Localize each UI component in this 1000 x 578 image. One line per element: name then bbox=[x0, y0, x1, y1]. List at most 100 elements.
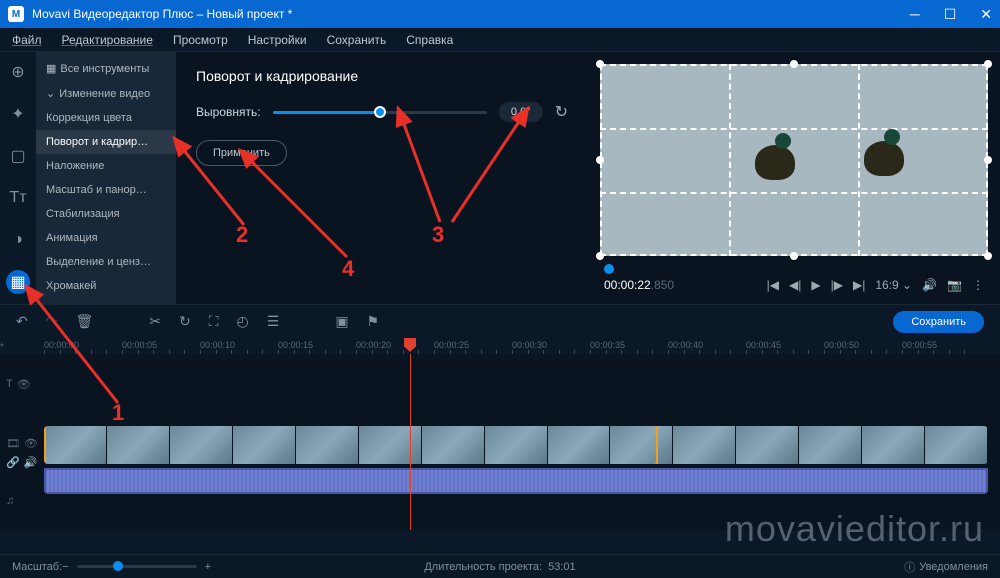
skip-end-icon[interactable]: ▶| bbox=[853, 278, 865, 292]
prev-frame-icon[interactable]: ◀| bbox=[789, 278, 801, 292]
transition-icon[interactable]: ▣ bbox=[335, 313, 348, 330]
preview-time: 00:00:22.850 bbox=[604, 278, 674, 292]
zoom-slider[interactable] bbox=[77, 565, 197, 568]
crop-icon[interactable]: ⛶ bbox=[209, 313, 219, 330]
tool-overlay[interactable]: Наложение bbox=[36, 154, 176, 178]
delete-icon[interactable]: 🗑 bbox=[75, 313, 93, 330]
add-icon[interactable]: ⊕ bbox=[6, 60, 30, 84]
window-title: Movavi Видеоредактор Плюс – Новый проект… bbox=[32, 7, 292, 21]
video-track-icon[interactable]: 🎞 bbox=[6, 437, 20, 450]
ruler-label: 00:00:05 bbox=[122, 340, 157, 350]
zoom-in-button[interactable]: + bbox=[205, 561, 211, 573]
align-label: Выровнять: bbox=[196, 105, 261, 119]
next-frame-icon[interactable]: |▶ bbox=[831, 278, 843, 292]
status-bar: Масштаб: − + Длительность проекта: 53:01… bbox=[0, 554, 1000, 578]
add-track-icon[interactable]: ≡+ bbox=[0, 340, 5, 350]
ruler-label: 00:00:15 bbox=[278, 340, 313, 350]
menu-view[interactable]: Просмотр bbox=[173, 33, 228, 47]
close-button[interactable]: ✕ bbox=[980, 6, 992, 23]
ruler-label: 00:00:50 bbox=[824, 340, 859, 350]
marker-icon[interactable]: ⚑ bbox=[367, 313, 380, 330]
video-preview[interactable] bbox=[600, 64, 988, 256]
volume-icon[interactable]: 🔊 bbox=[922, 278, 937, 292]
eye-icon[interactable]: 👁 bbox=[17, 378, 31, 391]
sidebar-tools: ⊕ ✦ ▢ Tᴛ ◑ ▦ bbox=[0, 52, 36, 304]
slider-thumb[interactable] bbox=[374, 106, 386, 118]
clock-icon[interactable]: ◴ bbox=[237, 313, 249, 330]
grid-small-icon: ▦ bbox=[46, 62, 56, 75]
more-icon[interactable]: ⋮ bbox=[972, 278, 984, 292]
text-icon[interactable]: Tᴛ bbox=[6, 186, 30, 210]
eye-icon[interactable]: 👁 bbox=[24, 437, 38, 450]
zoom-label: Масштаб: bbox=[12, 561, 62, 573]
text-track-icon[interactable]: T bbox=[6, 378, 13, 391]
ruler-label: 00:00:35 bbox=[590, 340, 625, 350]
all-tools-item[interactable]: ▦Все инструменты bbox=[36, 56, 176, 81]
project-duration: Длительность проекта: 53:01 bbox=[424, 561, 575, 573]
properties-panel: Поворот и кадрирование Выровнять: 0,0° ↻… bbox=[176, 52, 588, 304]
timeline-toolbar: ↶ ↷ 🗑 ✂ ↻ ⛶ ◴ ☰ ▣ ⚑ Сохранить bbox=[0, 304, 1000, 338]
tool-pan-zoom[interactable]: Масштаб и панор… bbox=[36, 178, 176, 202]
watermark: movavieditor.ru bbox=[725, 508, 984, 550]
ruler-label: 00:00:30 bbox=[512, 340, 547, 350]
ruler-label: 00:00:00 bbox=[44, 340, 79, 350]
grid-icon[interactable]: ▦ bbox=[6, 270, 30, 294]
snapshot-icon[interactable]: 📷 bbox=[947, 278, 962, 292]
preview-pane: 00:00:22.850 |◀ ◀| ▶ |▶ ▶| 16:9 ⌄ 🔊 📷 ⋮ bbox=[588, 52, 1000, 304]
menubar: Файл Редактирование Просмотр Настройки С… bbox=[0, 28, 1000, 52]
panel-title: Поворот и кадрирование bbox=[196, 68, 568, 84]
tool-chromakey[interactable]: Хромакей bbox=[36, 274, 176, 298]
menu-file[interactable]: Файл bbox=[12, 33, 42, 47]
tool-highlight-censor[interactable]: Выделение и ценз… bbox=[36, 250, 176, 274]
menu-settings[interactable]: Настройки bbox=[248, 33, 307, 47]
timeline-tracks: T 👁 🎞 👁 🔗 🔊 ♫ bbox=[0, 354, 1000, 530]
menu-help[interactable]: Справка bbox=[406, 33, 453, 47]
timeline-ruler[interactable]: ≡+ 00:00:00 00:00:05 00:00:10 00:00:15 00:00… bbox=[0, 338, 1000, 354]
ruler-label: 00:00:40 bbox=[668, 340, 703, 350]
maximize-button[interactable]: ☐ bbox=[944, 6, 957, 23]
rotate-icon[interactable]: ↻ bbox=[179, 313, 191, 330]
music-track-icon[interactable]: ♫ bbox=[6, 495, 14, 507]
moon-icon[interactable]: ◑ bbox=[6, 228, 30, 252]
angle-slider[interactable] bbox=[273, 111, 487, 114]
titlebar: M Movavi Видеоредактор Плюс – Новый прое… bbox=[0, 0, 1000, 28]
tool-color-correction[interactable]: Коррекция цвета bbox=[36, 106, 176, 130]
chevron-down-icon: ⌄ bbox=[46, 87, 55, 100]
redo-icon[interactable]: ↷ bbox=[46, 313, 58, 330]
minimize-button[interactable]: ─ bbox=[910, 6, 920, 23]
notifications-button[interactable]: ⓘУведомления bbox=[904, 559, 988, 575]
play-icon[interactable]: ▶ bbox=[811, 278, 820, 292]
ruler-label: 00:00:10 bbox=[200, 340, 235, 350]
export-button[interactable]: Сохранить bbox=[893, 311, 984, 333]
ruler-label: 00:00:55 bbox=[902, 340, 937, 350]
frame-icon[interactable]: ▢ bbox=[6, 144, 30, 168]
info-icon: ⓘ bbox=[904, 559, 915, 575]
adjust-icon[interactable]: ☰ bbox=[267, 313, 280, 330]
ruler-label: 00:00:45 bbox=[746, 340, 781, 350]
link-icon[interactable]: 🔗 bbox=[6, 456, 20, 469]
wand-icon[interactable]: ✦ bbox=[6, 102, 30, 126]
tool-rotate-crop[interactable]: Поворот и кадрир… bbox=[36, 130, 176, 154]
aspect-dropdown[interactable]: 16:9 ⌄ bbox=[875, 278, 912, 292]
ruler-label: 00:00:20 bbox=[356, 340, 391, 350]
video-track[interactable] bbox=[44, 426, 988, 464]
cut-icon[interactable]: ✂ bbox=[149, 313, 161, 330]
angle-value[interactable]: 0,0° bbox=[499, 102, 543, 122]
tool-list: ▦Все инструменты ⌄Изменение видео Коррек… bbox=[36, 52, 176, 304]
undo-icon[interactable]: ↶ bbox=[16, 313, 28, 330]
tool-animation[interactable]: Анимация bbox=[36, 226, 176, 250]
tool-recognition[interactable]: Распознавание с… bbox=[36, 298, 176, 304]
reset-icon[interactable]: ↻ bbox=[555, 102, 568, 122]
preview-seekbar[interactable] bbox=[596, 264, 992, 274]
group-header[interactable]: ⌄Изменение видео bbox=[36, 81, 176, 106]
speaker-icon[interactable]: 🔊 bbox=[24, 456, 38, 469]
menu-save[interactable]: Сохранить bbox=[327, 33, 387, 47]
ruler-label: 00:00:25 bbox=[434, 340, 469, 350]
skip-start-icon[interactable]: |◀ bbox=[767, 278, 779, 292]
playhead[interactable] bbox=[410, 354, 411, 530]
apply-button[interactable]: Применить bbox=[196, 140, 287, 166]
menu-edit[interactable]: Редактирование bbox=[62, 33, 153, 47]
zoom-out-button[interactable]: − bbox=[62, 561, 68, 573]
audio-track[interactable] bbox=[44, 468, 988, 494]
tool-stabilization[interactable]: Стабилизация bbox=[36, 202, 176, 226]
